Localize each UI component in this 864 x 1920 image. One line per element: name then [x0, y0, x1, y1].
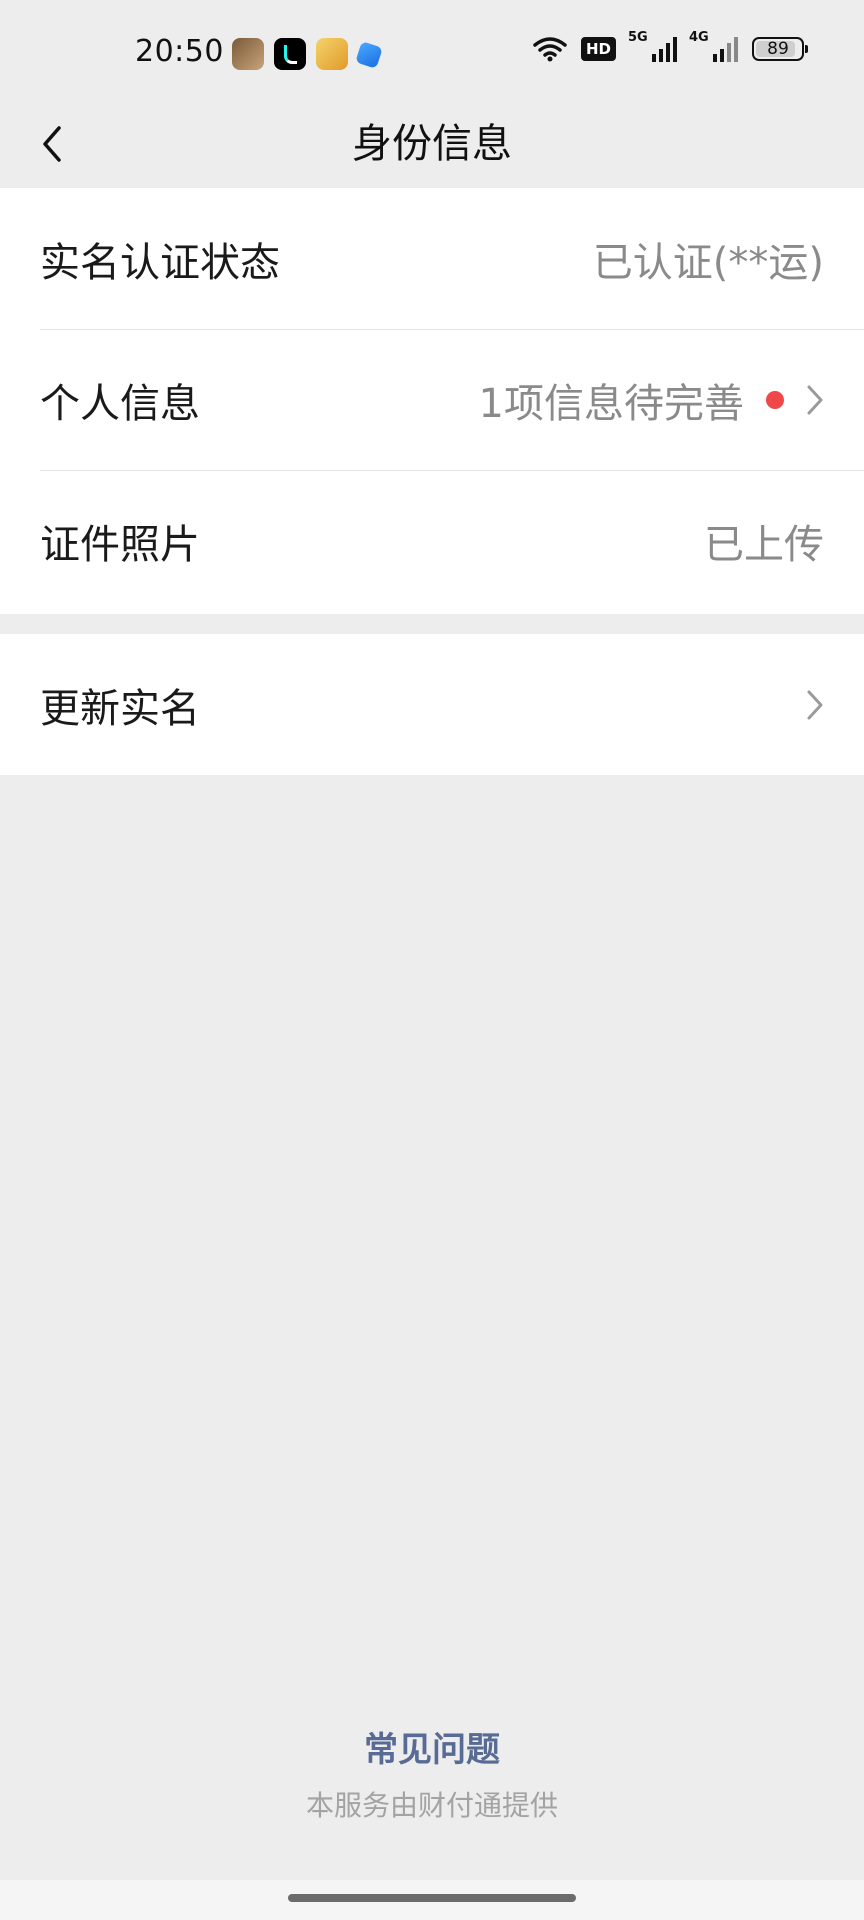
update-real-name-label: 更新实名: [40, 685, 200, 732]
wifi-icon: [533, 36, 567, 62]
update-card: 更新实名: [0, 634, 864, 775]
signal-4g-icon: 4G: [689, 30, 738, 62]
id-photo-row: 证件照片 已上传: [0, 470, 864, 611]
verification-status-label: 实名认证状态: [40, 239, 280, 286]
pubg-app-icon: [232, 38, 264, 70]
system-icons: HD 5G 4G 89: [533, 30, 808, 62]
blue-app-icon: [355, 41, 383, 69]
notification-icons: [232, 38, 383, 70]
hd-voice-icon: HD: [580, 37, 616, 61]
id-photo-value: 已上传: [704, 521, 824, 568]
status-bar: 20:50 HD 5G 4G 89: [0, 0, 864, 106]
personal-info-row[interactable]: 个人信息 1项信息待完善: [0, 329, 864, 470]
verification-status-value: 已认证(**运): [592, 239, 824, 286]
nav-bar: 身份信息: [0, 106, 864, 188]
identity-details-card: 实名认证状态 已认证(**运) 个人信息 1项信息待完善 证件照片 已上传: [0, 188, 864, 614]
personal-info-right: 1项信息待完善: [479, 371, 824, 429]
faq-link[interactable]: 常见问题: [0, 1722, 864, 1771]
game-app-icon: [316, 38, 348, 70]
status-time: 20:50: [135, 34, 224, 69]
tiktok-app-icon: [274, 38, 306, 70]
battery-percent: 89: [767, 38, 789, 59]
update-real-name-right: [784, 689, 824, 721]
verification-status-row: 实名认证状态 已认证(**运): [0, 188, 864, 329]
personal-info-value: 1项信息待完善: [478, 380, 744, 427]
identity-info-screen: 20:50 HD 5G 4G 89 身份信息 实名认证状态 已认证(**运) 个…: [0, 0, 864, 1920]
home-indicator[interactable]: [288, 1894, 576, 1902]
battery-icon: 89: [752, 37, 808, 61]
signal-4g-label: 4G: [689, 30, 709, 45]
signal-5g-icon: 5G: [628, 30, 677, 62]
personal-info-label: 个人信息: [40, 380, 200, 427]
page-title: 身份信息: [352, 121, 512, 167]
signal-5g-label: 5G: [628, 30, 648, 45]
provider-note: 本服务由财付通提供: [305, 1789, 558, 1822]
id-photo-label: 证件照片: [40, 521, 200, 568]
chevron-right-icon: [807, 690, 823, 719]
chevron-right-icon: [807, 385, 823, 414]
update-real-name-row[interactable]: 更新实名: [0, 634, 864, 775]
incomplete-dot-icon: [766, 390, 784, 409]
